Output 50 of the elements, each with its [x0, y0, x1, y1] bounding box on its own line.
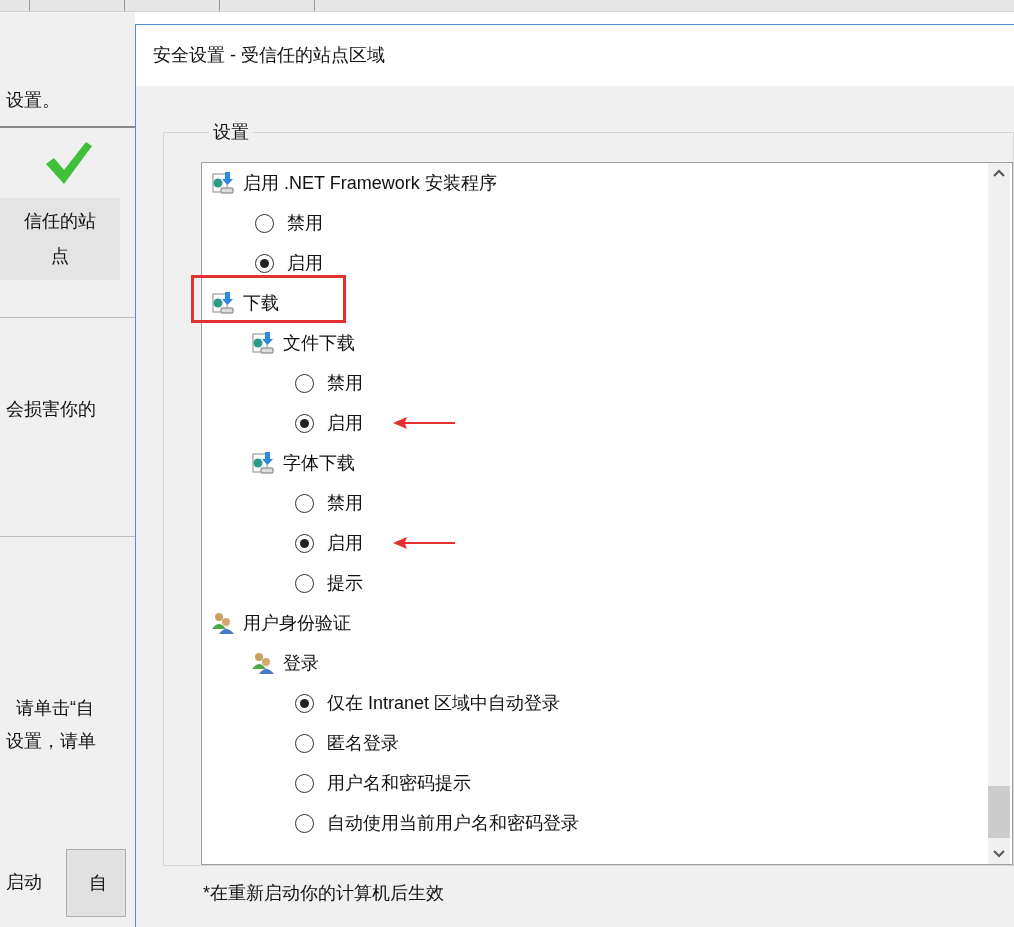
radio-option[interactable]: 提示	[295, 569, 363, 597]
setting-heading: 文件下载	[283, 331, 355, 355]
background-text: 请单击“自	[16, 697, 95, 720]
users-icon	[211, 611, 235, 635]
radio-option[interactable]: 禁用	[295, 489, 363, 517]
setting-heading: 启用 .NET Framework 安装程序	[243, 171, 497, 195]
radio-button[interactable]	[295, 733, 314, 753]
setting-heading: 字体下载	[283, 451, 355, 475]
radio-option[interactable]: 禁用	[255, 209, 323, 237]
setting-heading: 用户身份验证	[243, 611, 351, 635]
background-text: 设置。	[6, 89, 60, 112]
download-setting-icon	[251, 331, 275, 355]
background-button[interactable]: 自	[66, 849, 126, 917]
footnote: *在重新启动你的计算机后生效	[203, 883, 444, 903]
scroll-up-icon[interactable]	[993, 169, 1005, 177]
radio-button[interactable]	[255, 253, 274, 273]
radio-button[interactable]	[295, 813, 314, 833]
dialog-title: 安全设置 - 受信任的站点区域	[153, 44, 385, 67]
users-icon	[251, 651, 275, 675]
scroll-thumb[interactable]	[988, 786, 1010, 838]
group-label: 设置	[212, 121, 250, 144]
radio-button[interactable]	[295, 533, 314, 553]
radio-button[interactable]	[295, 413, 314, 433]
radio-option[interactable]: 自动使用当前用户名和密码登录	[295, 809, 579, 837]
setting-heading: 登录	[283, 651, 319, 675]
download-setting-icon	[211, 171, 235, 195]
radio-option[interactable]: 启用	[295, 409, 363, 437]
zone-tile[interactable]: 信任的站点	[0, 198, 120, 280]
scroll-down-icon[interactable]	[993, 850, 1005, 858]
radio-button[interactable]	[295, 573, 314, 593]
background-text: 设置，请单	[6, 730, 97, 753]
arrow-icon	[393, 537, 455, 549]
radio-button[interactable]	[295, 693, 314, 713]
radio-button[interactable]	[255, 213, 274, 233]
radio-option[interactable]: 用户名和密码提示	[295, 769, 471, 797]
background-text: 会损害你的	[6, 399, 96, 419]
radio-button[interactable]	[295, 373, 314, 393]
arrow-icon	[393, 417, 455, 429]
radio-button[interactable]	[295, 773, 314, 793]
radio-option[interactable]: 启用	[295, 529, 363, 557]
scrollbar[interactable]	[988, 163, 1010, 864]
radio-option[interactable]: 禁用	[295, 369, 363, 397]
radio-option[interactable]: 仅在 Intranet 区域中自动登录	[295, 689, 561, 717]
setting-heading: 下载	[243, 291, 279, 315]
radio-option[interactable]: 匿名登录	[295, 729, 399, 757]
radio-option[interactable]: 启用	[255, 249, 323, 277]
radio-button[interactable]	[295, 493, 314, 513]
background-text: 启动	[6, 871, 42, 894]
download-setting-icon	[211, 291, 235, 315]
download-setting-icon	[251, 451, 275, 475]
